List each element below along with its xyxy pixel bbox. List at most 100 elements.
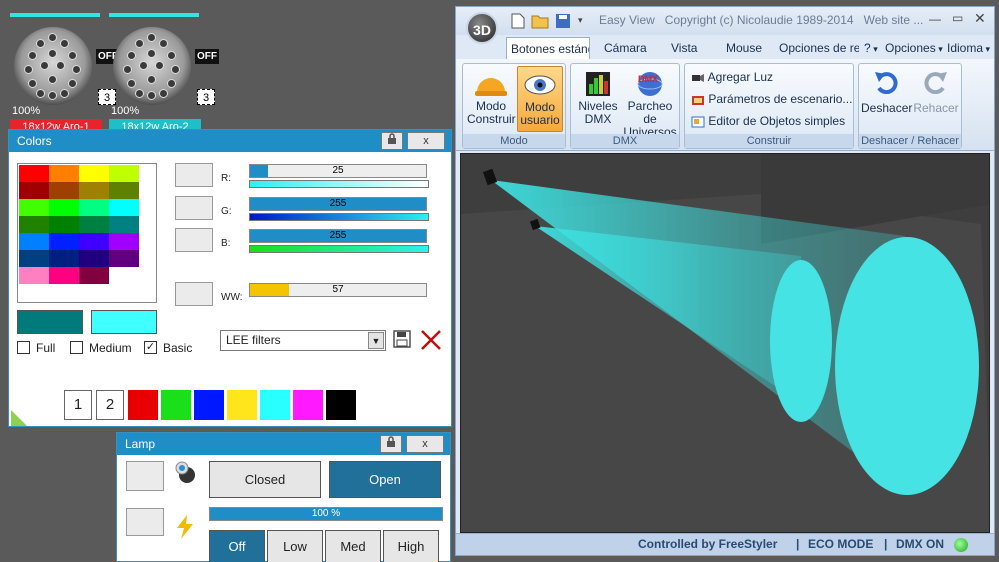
parcheo-universos-button[interactable]: DMX Parcheo de Universos: [621, 66, 679, 139]
palette-swatch[interactable]: [109, 267, 139, 284]
lock-icon[interactable]: [380, 435, 402, 453]
quick-color-swatch[interactable]: [227, 390, 257, 420]
tab-opciones[interactable]: Opciones ▾: [885, 37, 943, 59]
palette-swatch[interactable]: [19, 267, 49, 284]
current-color-dark[interactable]: [17, 310, 83, 334]
palette-swatch[interactable]: [19, 165, 49, 182]
lamp-mode-med[interactable]: Med: [325, 530, 381, 562]
palette-swatch[interactable]: [109, 250, 139, 267]
palette-swatch[interactable]: [79, 165, 109, 182]
filters-select[interactable]: LEE filters ▼: [220, 330, 386, 351]
minimize-icon[interactable]: —: [929, 12, 941, 26]
lamp-mode-high[interactable]: High: [383, 530, 439, 562]
palette-swatch[interactable]: [19, 216, 49, 233]
lamp-titlebar[interactable]: Lamp x: [117, 433, 450, 455]
palette-swatch[interactable]: [49, 267, 79, 284]
quick-color-swatch[interactable]: [293, 390, 323, 420]
palette-swatch[interactable]: [109, 165, 139, 182]
close-button[interactable]: x: [407, 132, 445, 150]
quick-color-swatch[interactable]: [194, 390, 224, 420]
palette-swatch[interactable]: [109, 199, 139, 216]
maximize-icon[interactable]: ▭: [952, 11, 963, 25]
checkbox-box[interactable]: [70, 341, 83, 355]
window-titlebar[interactable]: 3D ▾ Easy View Copyright (c) Nicolaudie …: [456, 7, 994, 44]
dimmer-slider[interactable]: 100 %: [209, 507, 443, 521]
lamp-mode-low[interactable]: Low: [267, 530, 323, 562]
quick-slot-1[interactable]: 1: [64, 390, 92, 420]
tab-help[interactable]: ? ▾: [864, 37, 878, 59]
channel-preset-button[interactable]: [175, 228, 213, 252]
palette-swatch[interactable]: [109, 182, 139, 199]
dimmer-preset-button[interactable]: [126, 508, 164, 536]
channel-slider[interactable]: 25: [249, 164, 427, 178]
checkbox-medium[interactable]: Medium: [70, 340, 132, 355]
app-logo-3d[interactable]: 3D: [466, 12, 498, 44]
palette-swatch[interactable]: [79, 182, 109, 199]
close-icon[interactable]: ✕: [974, 10, 986, 27]
tab-opciones-de-render[interactable]: Opciones de re: [779, 37, 859, 59]
tab-camara[interactable]: Cámara: [604, 37, 647, 59]
palette-swatch[interactable]: [49, 165, 79, 182]
current-color-light[interactable]: [91, 310, 157, 334]
tab-vista[interactable]: Vista: [671, 37, 697, 59]
colors-titlebar[interactable]: Colors x: [9, 130, 451, 152]
deshacer-button[interactable]: Deshacer: [861, 66, 912, 132]
quick-access-dropdown-icon[interactable]: ▾: [578, 15, 583, 26]
channel-preset-button[interactable]: [175, 282, 213, 306]
open-folder-icon[interactable]: [531, 13, 549, 29]
shutter-closed-button[interactable]: Closed: [209, 461, 321, 498]
checkbox-basic[interactable]: ✓ Basic: [144, 340, 192, 355]
close-button[interactable]: x: [406, 435, 444, 453]
tab-mouse[interactable]: Mouse: [726, 37, 762, 59]
new-document-icon[interactable]: [511, 13, 525, 29]
channel-slider[interactable]: 255: [249, 197, 427, 211]
checkbox-box[interactable]: [17, 341, 30, 355]
editor-objetos-button[interactable]: Editor de Objetos simples: [691, 114, 845, 128]
palette-swatch[interactable]: [79, 216, 109, 233]
shutter-open-button[interactable]: Open: [329, 461, 441, 498]
palette-swatch[interactable]: [109, 216, 139, 233]
palette-swatch[interactable]: [19, 233, 49, 250]
palette-swatch[interactable]: [49, 250, 79, 267]
palette-swatch[interactable]: [79, 267, 109, 284]
delete-icon[interactable]: [420, 329, 442, 351]
palette-swatch[interactable]: [49, 233, 79, 250]
palette-swatch[interactable]: [79, 199, 109, 216]
rehacer-button[interactable]: Rehacer: [911, 66, 961, 132]
modo-usuario-button[interactable]: Modo usuario: [517, 66, 563, 132]
niveles-dmx-button[interactable]: Niveles DMX: [573, 66, 623, 132]
palette-swatch[interactable]: [49, 182, 79, 199]
modo-construir-button[interactable]: Modo Construir: [467, 66, 516, 132]
lock-icon[interactable]: [381, 132, 403, 150]
parametros-escenario-button[interactable]: Parámetros de escenario...: [691, 92, 852, 106]
quick-color-swatch[interactable]: [260, 390, 290, 420]
3d-scene[interactable]: [461, 154, 990, 533]
3d-viewport[interactable]: [460, 153, 990, 533]
palette-swatch[interactable]: [49, 216, 79, 233]
channel-preset-button[interactable]: [175, 196, 213, 220]
palette-swatch[interactable]: [79, 233, 109, 250]
palette-swatch[interactable]: [79, 250, 109, 267]
palette-swatch[interactable]: [19, 182, 49, 199]
checkbox-box[interactable]: ✓: [144, 341, 157, 355]
palette-swatch[interactable]: [49, 199, 79, 216]
save-icon[interactable]: [555, 13, 571, 29]
quick-slot-2[interactable]: 2: [96, 390, 124, 420]
agregar-luz-button[interactable]: Agregar Luz: [691, 70, 773, 84]
channel-slider[interactable]: 255: [249, 229, 427, 243]
fixture-1[interactable]: OFF 3 100% 18x12w Aro-1: [10, 13, 120, 135]
chevron-down-icon[interactable]: ▼: [368, 332, 384, 349]
channel-slider[interactable]: 57: [249, 283, 427, 297]
palette-swatch[interactable]: [109, 233, 139, 250]
quick-color-swatch[interactable]: [128, 390, 158, 420]
palette-swatch[interactable]: [19, 250, 49, 267]
quick-color-swatch[interactable]: [161, 390, 191, 420]
tab-botones-estandar[interactable]: Botones estándar: [506, 37, 590, 59]
save-icon[interactable]: [393, 330, 411, 348]
fixture-2[interactable]: OFF 3 100% 18x12w Aro-2: [109, 13, 219, 135]
resize-grip-icon[interactable]: [11, 410, 27, 426]
lamp-mode-off[interactable]: Off: [209, 530, 265, 562]
quick-color-swatch[interactable]: [326, 390, 356, 420]
shutter-preset-button[interactable]: [126, 461, 164, 491]
channel-preset-button[interactable]: [175, 163, 213, 187]
